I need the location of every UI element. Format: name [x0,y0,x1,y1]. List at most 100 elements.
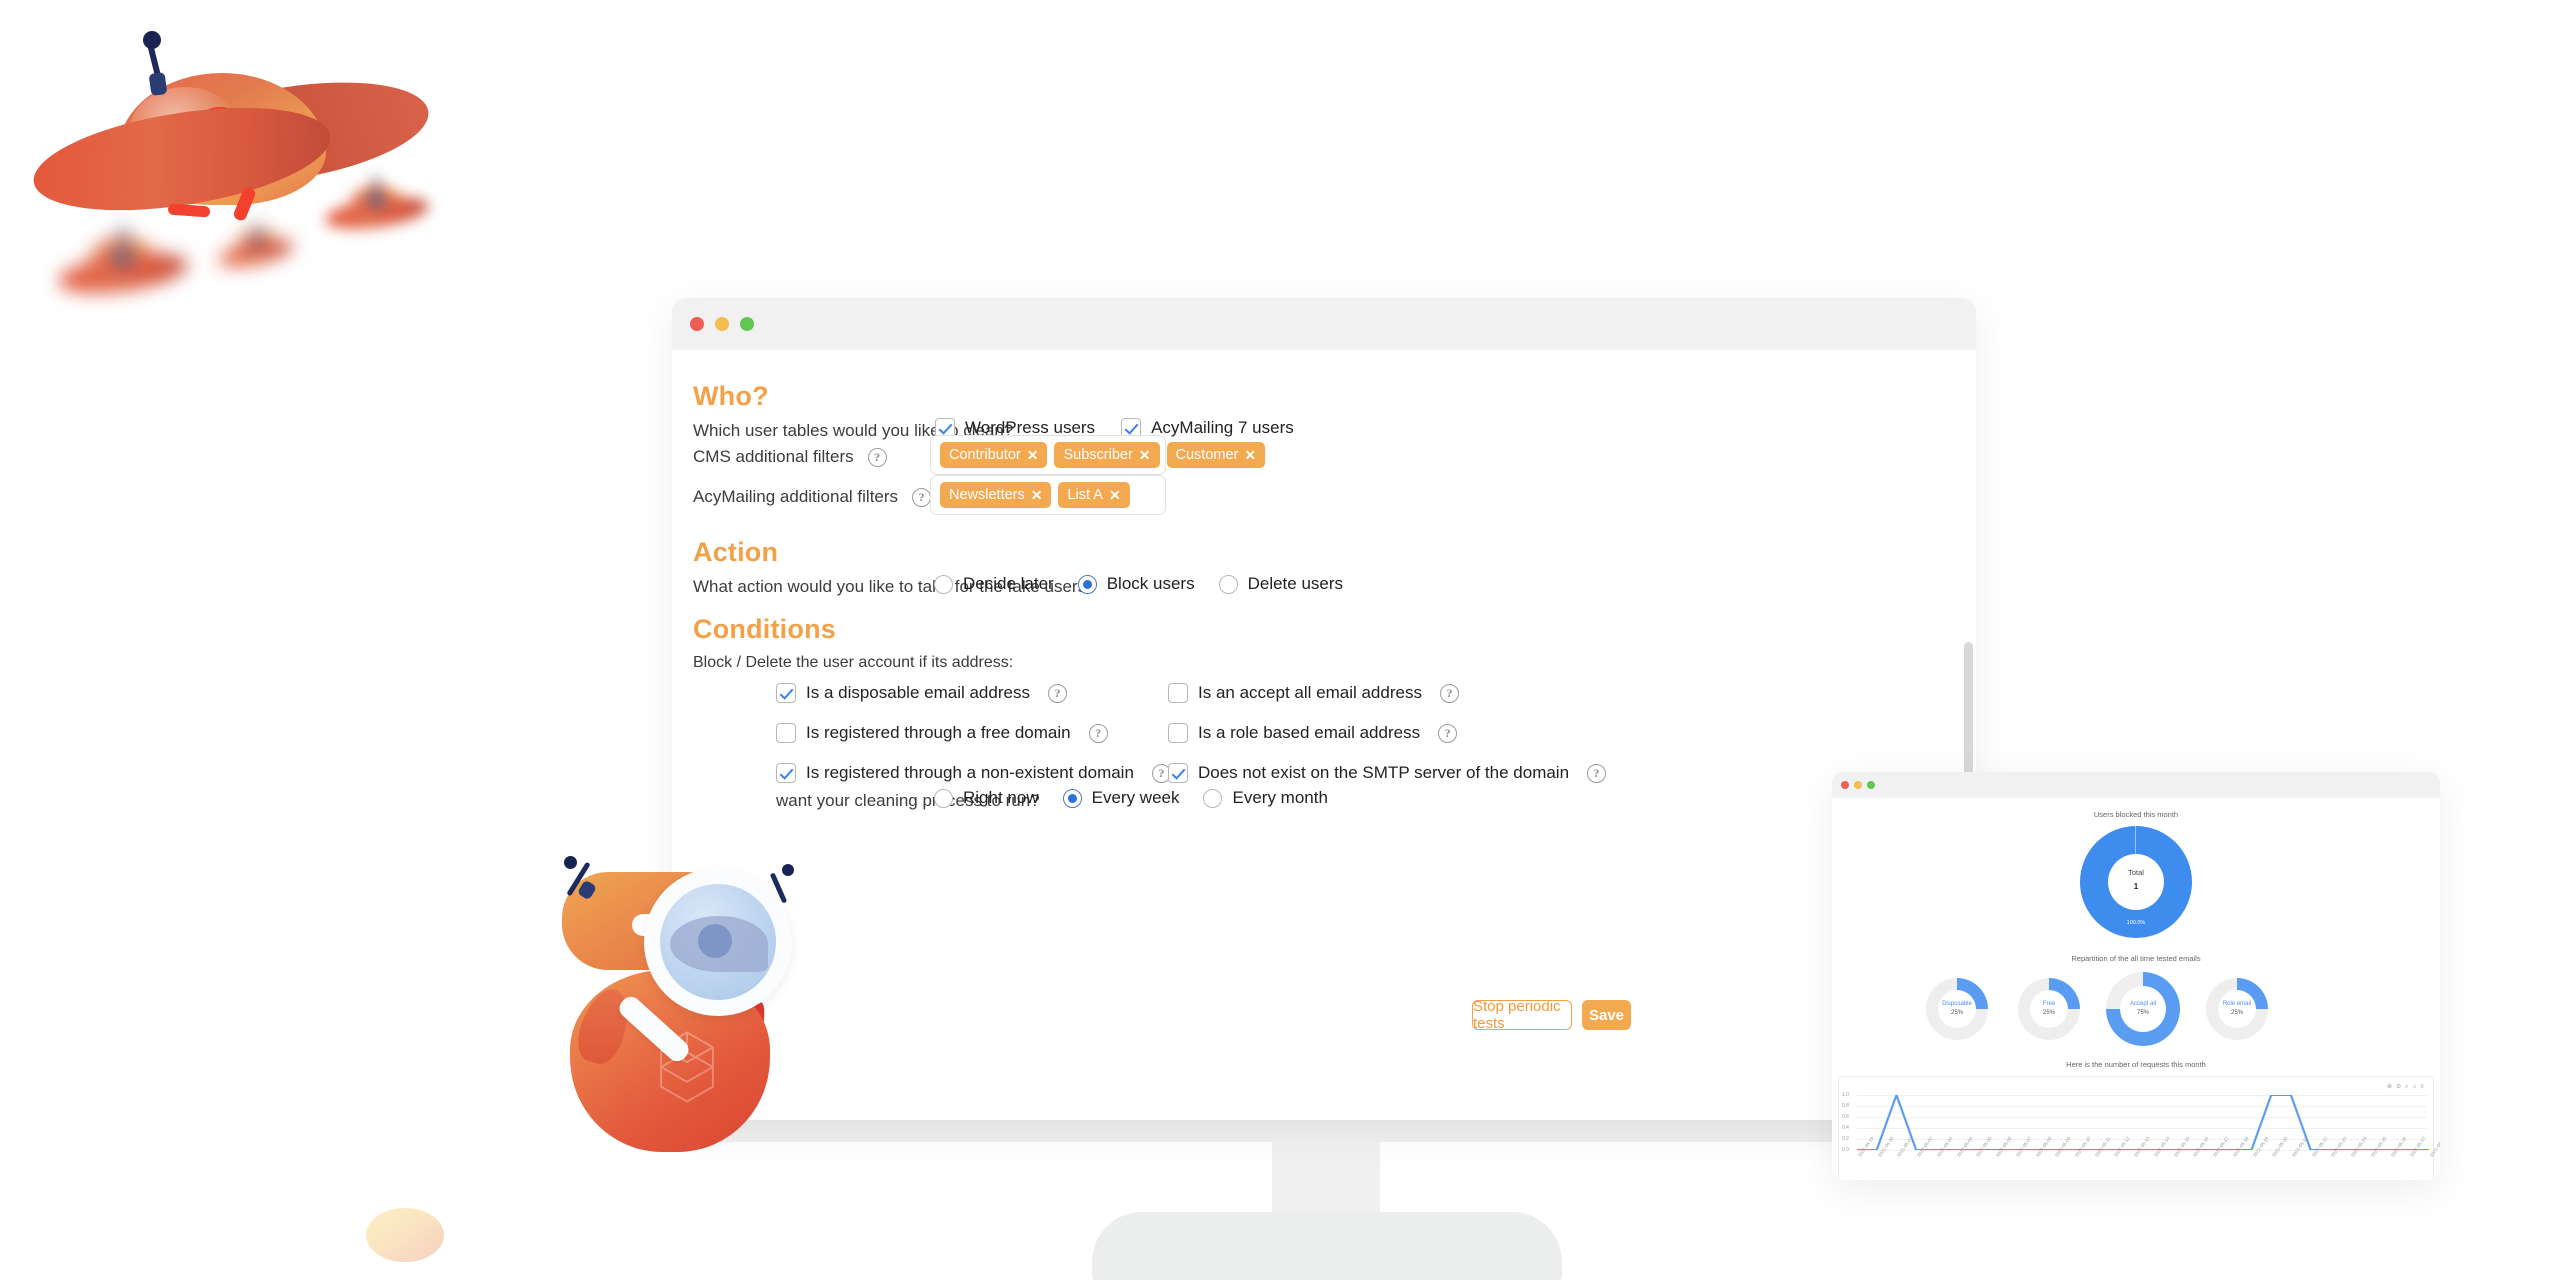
mini-donut-free-hole: Free 25% [2030,990,2068,1028]
blocked-donut-slice-label: 100.0% [2126,920,2146,926]
schedule-radio-group: Right now Every week Every month [934,788,1328,808]
action-radio-group: Decide later Block users Delete users [934,574,1343,594]
condition-role-based[interactable]: Is a role based email address ? [1168,723,1606,743]
checkbox-box-icon[interactable] [1168,723,1188,743]
acy-filters-label: AcyMailing additional filters ? [693,487,932,507]
tag-label: Customer [1175,447,1239,463]
checkbox-box-icon[interactable] [1168,763,1188,783]
radio-circle-icon[interactable] [934,788,953,808]
screenshot-root: Who? Which user tables would you like to… [0,0,2560,1280]
checkbox-box-icon[interactable] [1168,683,1188,703]
radio-label: Block users [1106,574,1195,593]
radio-delete-users[interactable]: Delete users [1218,574,1343,594]
mini-donut-value: 75% [2136,1010,2149,1017]
blocked-chart-title: Users blocked this month [2093,810,2179,819]
tag-remove-icon[interactable]: ✕ [1109,488,1121,502]
tag-chip[interactable]: Subscriber ✕ [1054,442,1160,468]
condition-free-domain[interactable]: Is registered through a free domain ? [776,723,1171,743]
help-icon[interactable]: ? [1047,683,1067,703]
condition-label: Is registered through a non-existent dom… [806,763,1134,782]
stop-periodic-tests-button[interactable]: Stop periodic tests [1472,998,1572,1032]
close-button[interactable] [1841,781,1849,789]
ufo-leg-left [167,203,211,218]
repartition-chart-title: Repartition of the all time tested email… [2071,954,2201,963]
close-button[interactable] [690,317,704,331]
mini-donut-label: Role email [2222,1001,2252,1008]
mini-donut-value: 25% [2230,1010,2243,1017]
radio-every-month[interactable]: Every month [1203,788,1328,808]
help-icon[interactable]: ? [1438,723,1458,743]
tag-label: List A [1067,487,1103,503]
radio-every-week[interactable]: Every week [1062,788,1179,808]
tag-remove-icon[interactable]: ✕ [1031,488,1043,502]
help-icon[interactable]: ? [867,447,887,467]
minimize-button[interactable] [1854,781,1862,789]
condition-label: Is a role based email address [1198,723,1421,742]
main-application-window: Who? Which user tables would you like to… [672,298,1976,1120]
requests-line-chart-panel: ⊕ ⊖ ⌕ ⌂ ≡ 1.0 0.8 0.6 0.4 0.2 0.0 2021-0… [1838,1076,2440,1180]
help-icon[interactable]: ? [1439,683,1459,703]
y-axis-tick: 0.2 [1842,1136,1849,1142]
maximize-button[interactable] [1867,781,1875,789]
ufo-small-2 [56,224,190,300]
alien-mascot [548,830,808,1152]
radio-decide-later[interactable]: Decide later [934,574,1054,594]
minimize-button[interactable] [715,317,729,331]
acy-filters-tag-input[interactable]: Newsletters ✕ List A ✕ [930,475,1166,515]
requests-chart-title: Here is the number of requests this mont… [2066,1060,2206,1069]
radio-circle-icon[interactable] [1218,574,1238,594]
tag-label: Newsletters [949,487,1025,503]
tag-chip[interactable]: Newsletters ✕ [940,482,1052,508]
ufo-antenna-ball [143,31,161,49]
condition-smtp-server[interactable]: Does not exist on the SMTP server of the… [1168,763,1607,783]
cms-filters-label-text: CMS additional filters [693,447,854,466]
maximize-button[interactable] [740,317,754,331]
y-axis-tick: 1.0 [1842,1092,1849,1098]
mascot-antenna-right-ball [782,864,794,876]
condition-nonexistent-domain[interactable]: Is registered through a non-existent dom… [776,763,1171,783]
conditions-intro-label: Block / Delete the user account if its a… [693,654,1014,671]
condition-label: Is an accept all email address [1198,683,1422,702]
mini-donut-accept-all-hole: Accept all 75% [2120,986,2166,1032]
checkbox-box-icon[interactable] [776,683,796,703]
tag-remove-icon[interactable]: ✕ [1139,448,1151,462]
mini-donut-disposable-hole: Disposable 25% [1938,990,1976,1028]
window-title-bar [672,298,1976,350]
ufo-small-1 [323,174,431,235]
radio-block-users[interactable]: Block users [1077,574,1195,594]
condition-accept-all[interactable]: Is an accept all email address ? [1168,683,1606,703]
mini-donut-label: Accept all [2129,1001,2156,1008]
dashboard-content: Users blocked this month Total 1 100.0% … [1832,798,2440,1180]
radio-circle-icon[interactable] [1077,574,1097,594]
cms-filters-tag-input[interactable]: Contributor ✕ Subscriber ✕ Customer ✕ [930,435,1266,475]
tag-remove-icon[interactable]: ✕ [1244,448,1256,462]
help-icon[interactable]: ? [1587,763,1607,783]
ufo-porthole [114,249,131,266]
tag-chip[interactable]: Contributor ✕ [940,442,1048,468]
dashboard-window: Users blocked this month Total 1 100.0% … [1832,772,2440,1180]
blocked-donut-center-label: Total [2128,868,2144,877]
tag-chip[interactable]: List A ✕ [1058,482,1130,508]
mini-donut-value: 25% [1950,1010,1963,1017]
section-title-who: Who? [693,381,769,411]
radio-circle-icon[interactable] [934,574,953,594]
save-button[interactable]: Save [1582,1000,1631,1030]
tag-remove-icon[interactable]: ✕ [1027,448,1039,462]
mini-donut-label: Free [2042,1001,2056,1008]
radio-right-now[interactable]: Right now [934,788,1039,808]
ufo-antenna-base [148,71,168,97]
help-icon[interactable]: ? [1088,723,1108,743]
checkbox-box-icon[interactable] [776,723,796,743]
chart-toolbar-icons[interactable]: ⊕ ⊖ ⌕ ⌂ ≡ [2387,1083,2425,1091]
egg-shape [366,1208,444,1262]
y-axis-tick: 0.8 [1842,1103,1849,1109]
help-icon[interactable]: ? [912,487,932,507]
tag-chip[interactable]: Customer ✕ [1166,442,1266,468]
tag-label: Subscriber [1063,447,1133,463]
radio-circle-icon[interactable] [1062,788,1082,808]
section-title-conditions: Conditions [693,614,836,644]
checkbox-label: AcyMailing 7 users [1151,418,1294,437]
checkbox-box-icon[interactable] [776,763,796,783]
radio-circle-icon[interactable] [1203,788,1223,808]
condition-disposable-email[interactable]: Is a disposable email address ? [776,683,1171,703]
